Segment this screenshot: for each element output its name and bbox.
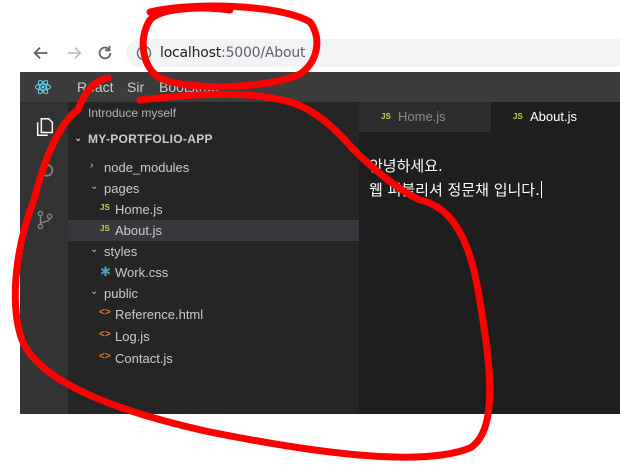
project-section-title[interactable]: ⌄ MY-PORTFOLIO-APP [68, 132, 359, 154]
portfolio-app: React Sir Bootstrap Introduce myself ⌄ M… [20, 72, 620, 414]
chevron-down-icon: ⌄ [74, 133, 83, 144]
tree-item-label: Reference.html [115, 307, 204, 322]
info-icon[interactable] [136, 45, 152, 61]
reload-button[interactable] [92, 40, 118, 66]
html-file-icon: <> [99, 329, 111, 340]
activity-bar [20, 102, 68, 414]
html-file-icon: <> [99, 351, 111, 362]
tree-item-about-js[interactable]: JS About.js [68, 220, 359, 241]
tree-item-reference-html[interactable]: <> Reference.html [68, 304, 359, 325]
tree-item-node-modules[interactable]: › node_modules [68, 157, 359, 178]
browser-toolbar: localhost:5000/About [0, 30, 620, 74]
js-file-icon: JS [381, 112, 391, 121]
content-line-2: 웹 퍼블리셔 정문채 입니다. [369, 178, 542, 202]
project-title: MY-PORTFOLIO-APP [88, 132, 213, 146]
tree-item-label: About.js [115, 223, 162, 238]
url-path: :5000/About [221, 45, 306, 61]
tree-item-label: Work.css [115, 265, 169, 280]
tree-item-contact-js[interactable]: <> Contact.js [68, 348, 359, 369]
arrow-right-icon [67, 46, 82, 60]
source-control-icon[interactable] [34, 209, 56, 231]
content-line-1: 안녕하세요. [369, 157, 443, 175]
sidebar-header: Introduce myself [68, 102, 359, 124]
tree-item-work-css[interactable]: ✱ Work.css [68, 262, 359, 283]
chevron-right-icon: › [90, 160, 94, 171]
forward-button[interactable] [61, 40, 87, 66]
tree-item-label: styles [104, 244, 138, 259]
chevron-down-icon: ⌄ [90, 244, 99, 255]
tree-item-styles[interactable]: ⌄ styles [68, 241, 359, 262]
menu-bar: React Sir Bootstrap [20, 72, 620, 102]
sidebar-header-label: Introduce myself [88, 106, 177, 120]
editor-pane: JS Home.js JS About.js 안녕하세요. 웹 퍼블리셔 정문채… [359, 102, 620, 414]
js-file-icon: JS [100, 203, 110, 212]
back-button[interactable] [28, 40, 54, 66]
tree-item-label: node_modules [104, 160, 190, 175]
tree-item-public[interactable]: ⌄ public [68, 283, 359, 304]
tab-about-js[interactable]: JS About.js [491, 102, 620, 132]
tab-label: Home.js [398, 109, 446, 124]
tree-item-label: public [104, 286, 138, 301]
editor-content[interactable]: 안녕하세요. 웹 퍼블리셔 정문채 입니다. [369, 154, 542, 202]
files-icon[interactable] [34, 116, 56, 138]
url-text: localhost:5000/About [160, 45, 306, 61]
tab-label: About.js [530, 109, 577, 124]
tab-home-js[interactable]: JS Home.js [359, 102, 491, 132]
tree-item-label: Log.js [115, 329, 150, 344]
tree-item-label: Contact.js [115, 351, 173, 366]
menu-item-sir[interactable]: Sir [127, 79, 144, 95]
tree-item-label: pages [104, 181, 140, 196]
content-line-2-text: 웹 퍼블리셔 정문채 입니다. [369, 181, 540, 199]
arrow-left-icon [33, 46, 48, 60]
menu-item-bootstrap[interactable]: Bootstrap [159, 79, 219, 95]
editor-tabs: JS Home.js JS About.js [359, 102, 620, 132]
tree-item-label: Home.js [115, 202, 163, 217]
explorer-sidebar: Introduce myself ⌄ MY-PORTFOLIO-APP › no… [68, 102, 359, 414]
tree-item-pages[interactable]: ⌄ pages [68, 178, 359, 199]
tree-item-log-js[interactable]: <> Log.js [68, 326, 359, 347]
js-file-icon: JS [100, 224, 110, 233]
address-bar[interactable]: localhost:5000/About [126, 39, 620, 67]
reload-icon [98, 45, 112, 60]
chevron-down-icon: ⌄ [90, 181, 99, 192]
html-file-icon: <> [99, 307, 111, 318]
css-file-icon: ✱ [100, 264, 111, 279]
menu-item-react[interactable]: React [77, 79, 114, 95]
text-cursor [540, 181, 542, 198]
react-logo-icon [35, 79, 51, 95]
search-icon[interactable] [34, 162, 56, 184]
tree-item-home-js[interactable]: JS Home.js [68, 199, 359, 220]
url-host: localhost [160, 45, 222, 61]
js-file-icon: JS [513, 112, 523, 121]
chevron-down-icon: ⌄ [90, 286, 99, 297]
